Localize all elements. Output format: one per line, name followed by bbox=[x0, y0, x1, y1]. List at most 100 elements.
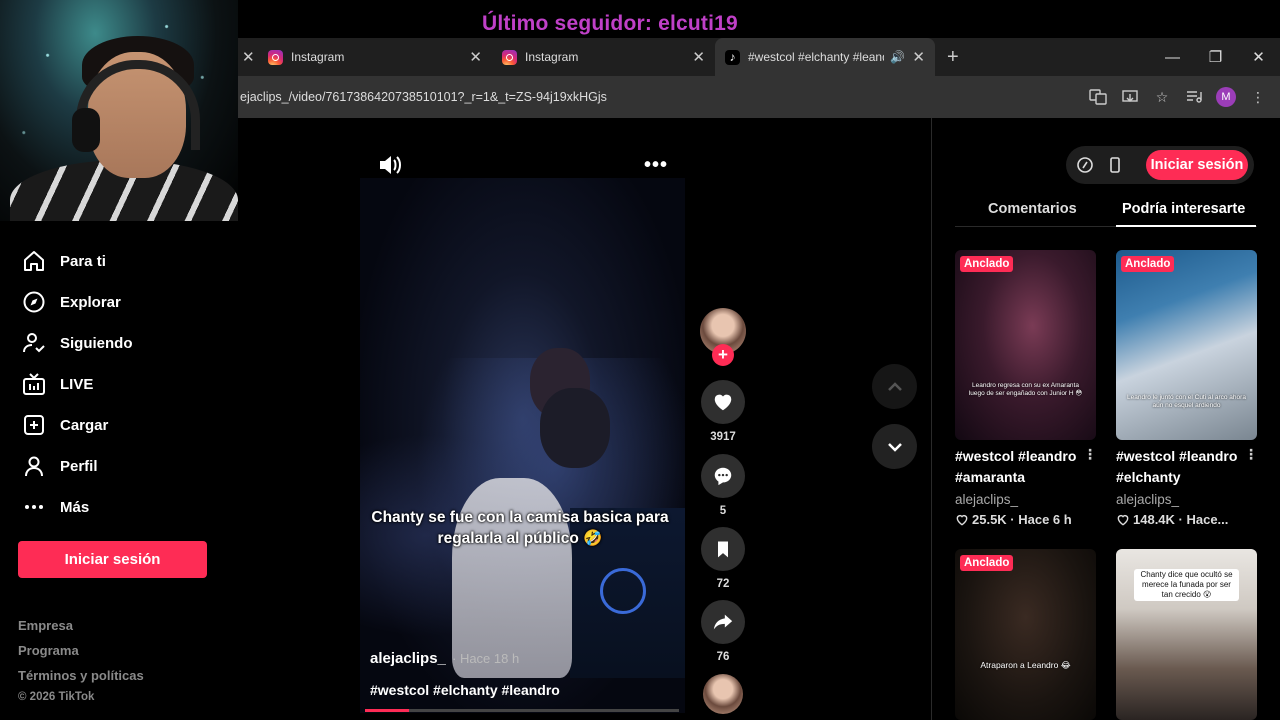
translate-icon[interactable] bbox=[1088, 87, 1108, 107]
card-stats-text: 148.4K · Hace... bbox=[1133, 512, 1229, 527]
previous-video-button[interactable] bbox=[872, 364, 917, 409]
video-caption-overlay: Chanty se fue con la camisa basica para … bbox=[371, 509, 669, 547]
panel-divider bbox=[931, 118, 932, 720]
browser-menu-icon[interactable]: ⋮ bbox=[1248, 87, 1268, 107]
url-field[interactable]: ejaclips_/video/7617386420738510101?_r=1… bbox=[240, 90, 607, 104]
tab-close-partial[interactable]: ✕ bbox=[238, 38, 258, 76]
share-count: 76 bbox=[716, 651, 730, 663]
comment-count: 5 bbox=[719, 505, 727, 517]
share-button[interactable] bbox=[701, 600, 745, 644]
card-more-icon[interactable]: ⋮ bbox=[1083, 446, 1097, 463]
video-author[interactable]: alejaclips_ bbox=[370, 650, 446, 667]
card-stats: 25.5K · Hace 6 h bbox=[955, 512, 1072, 527]
comment-button[interactable] bbox=[701, 454, 745, 498]
instagram-icon bbox=[268, 49, 283, 65]
stream-overlay-last-follower: Último seguidor: elcuti19 bbox=[482, 12, 738, 35]
copyright: © 2026 TikTok bbox=[18, 691, 95, 703]
compass-icon bbox=[23, 291, 45, 313]
recommended-video-thumb[interactable]: Anclado Atraparon a Leandro 😂 bbox=[955, 549, 1096, 720]
sidebar-item-label: Cargar bbox=[60, 416, 109, 434]
footer-link-terminos[interactable]: Términos y políticas bbox=[18, 668, 144, 683]
coin-icon[interactable] bbox=[1076, 156, 1094, 174]
sidebar-item-label: Explorar bbox=[60, 293, 121, 311]
sidebar-item-explorar[interactable]: Explorar bbox=[22, 290, 121, 314]
media-controls-icon[interactable] bbox=[1184, 87, 1204, 107]
video-hashtags[interactable]: #westcol #elchanty #leandro bbox=[370, 682, 560, 698]
speaker-icon[interactable]: 🔊 bbox=[890, 50, 905, 64]
home-icon bbox=[24, 251, 44, 271]
video-player[interactable] bbox=[360, 178, 685, 713]
bookmark-star-icon[interactable]: ☆ bbox=[1152, 87, 1172, 107]
new-tab-button[interactable]: + bbox=[947, 46, 959, 69]
profile-avatar[interactable]: M bbox=[1216, 87, 1236, 107]
card-title[interactable]: #westcol #leandro #elchanty bbox=[1116, 446, 1251, 488]
tab-tiktok[interactable]: ♪ #westcol #elchanty #leandr 🔊 ✕ bbox=[715, 38, 935, 76]
sidebar-item-label: LIVE bbox=[60, 375, 94, 393]
video-progress-bar[interactable] bbox=[365, 709, 679, 712]
more-options-icon[interactable]: ••• bbox=[644, 154, 668, 177]
sidebar-item-perfil[interactable]: Perfil bbox=[22, 454, 98, 478]
recommended-video-thumb[interactable]: Anclado Leandro regresa con su ex Amaran… bbox=[955, 250, 1096, 440]
upload-icon bbox=[24, 415, 44, 435]
like-button[interactable] bbox=[701, 380, 745, 424]
sidebar-item-mas[interactable]: Más bbox=[22, 495, 89, 519]
more-icon bbox=[25, 505, 43, 509]
window-controls: — ❐ ✕ bbox=[1151, 38, 1280, 76]
chevron-down-icon bbox=[887, 442, 902, 452]
close-window-icon[interactable]: ✕ bbox=[1237, 48, 1280, 66]
sidebar-item-label: Siguiendo bbox=[60, 334, 133, 352]
restore-icon[interactable]: ❐ bbox=[1194, 48, 1237, 66]
address-bar: ejaclips_/video/7617386420738510101?_r=1… bbox=[238, 76, 1280, 118]
sidebar-item-para-ti[interactable]: Para ti bbox=[22, 249, 106, 273]
install-app-icon[interactable] bbox=[1120, 87, 1140, 107]
pinned-badge: Anclado bbox=[960, 555, 1014, 571]
card-author[interactable]: alejaclips_ bbox=[955, 492, 1018, 507]
heart-icon bbox=[714, 394, 732, 411]
tab-podria-interesarte[interactable]: Podría interesarte bbox=[1122, 201, 1245, 217]
next-video-button[interactable] bbox=[872, 424, 917, 469]
browser-tab-bar: ✕ Instagram ✕ Instagram ✕ ♪ #westcol #el… bbox=[238, 38, 1280, 76]
chevron-up-icon bbox=[887, 381, 902, 391]
card-stats: 148.4K · Hace... bbox=[1116, 512, 1228, 527]
pinned-badge: Anclado bbox=[1121, 256, 1175, 272]
card-author[interactable]: alejaclips_ bbox=[1116, 492, 1179, 507]
card-title[interactable]: #westcol #leandro #amaranta bbox=[955, 446, 1090, 488]
close-icon[interactable]: ✕ bbox=[912, 48, 925, 66]
sidebar-item-siguiendo[interactable]: Siguiendo bbox=[22, 331, 133, 355]
close-icon[interactable]: ✕ bbox=[692, 48, 705, 66]
recommended-video-thumb[interactable]: Chanty dice que ocultó se merece la funa… bbox=[1116, 549, 1257, 720]
footer-link-programa[interactable]: Programa bbox=[18, 643, 79, 658]
profile-icon bbox=[25, 456, 43, 477]
tab-instagram-2[interactable]: Instagram ✕ bbox=[492, 38, 715, 76]
thumb-caption: Atraparon a Leandro 😂 bbox=[980, 660, 1071, 670]
share-icon bbox=[713, 614, 733, 630]
follow-plus-icon[interactable]: + bbox=[712, 344, 734, 366]
instagram-icon bbox=[502, 49, 517, 65]
comment-icon bbox=[714, 467, 732, 486]
save-button[interactable] bbox=[701, 527, 745, 571]
thumb-caption: Leandro le juntó con el Cuti al arco aho… bbox=[1127, 394, 1246, 409]
device-icon[interactable] bbox=[1106, 156, 1124, 174]
tab-comentarios[interactable]: Comentarios bbox=[988, 201, 1077, 217]
tab-instagram-1[interactable]: Instagram ✕ bbox=[258, 38, 492, 76]
login-button-header[interactable]: Iniciar sesión bbox=[1146, 150, 1248, 180]
tab-title: Instagram bbox=[525, 50, 579, 64]
video-progress-fill bbox=[365, 709, 409, 712]
thumb-caption: Leandro regresa con su ex Amaranta luego… bbox=[968, 382, 1083, 397]
login-button[interactable]: Iniciar sesión bbox=[18, 541, 207, 578]
footer-link-empresa[interactable]: Empresa bbox=[18, 618, 73, 633]
active-tab-indicator bbox=[1116, 225, 1256, 227]
close-icon[interactable]: ✕ bbox=[469, 48, 482, 66]
minimize-icon[interactable]: — bbox=[1151, 49, 1194, 66]
next-creator-avatar[interactable] bbox=[703, 674, 743, 714]
sidebar-item-cargar[interactable]: Cargar bbox=[22, 413, 108, 437]
card-more-icon[interactable]: ⋮ bbox=[1244, 446, 1258, 463]
pinned-badge: Anclado bbox=[960, 256, 1014, 272]
sound-icon[interactable] bbox=[377, 152, 403, 178]
tab-title: Instagram bbox=[291, 50, 345, 64]
sidebar-item-live[interactable]: LIVE bbox=[22, 372, 93, 396]
like-count: 3917 bbox=[710, 431, 736, 443]
tiktok-icon: ♪ bbox=[725, 49, 740, 65]
recommended-video-thumb[interactable]: Anclado Leandro le juntó con el Cuti al … bbox=[1116, 250, 1257, 440]
save-count: 72 bbox=[716, 578, 730, 590]
